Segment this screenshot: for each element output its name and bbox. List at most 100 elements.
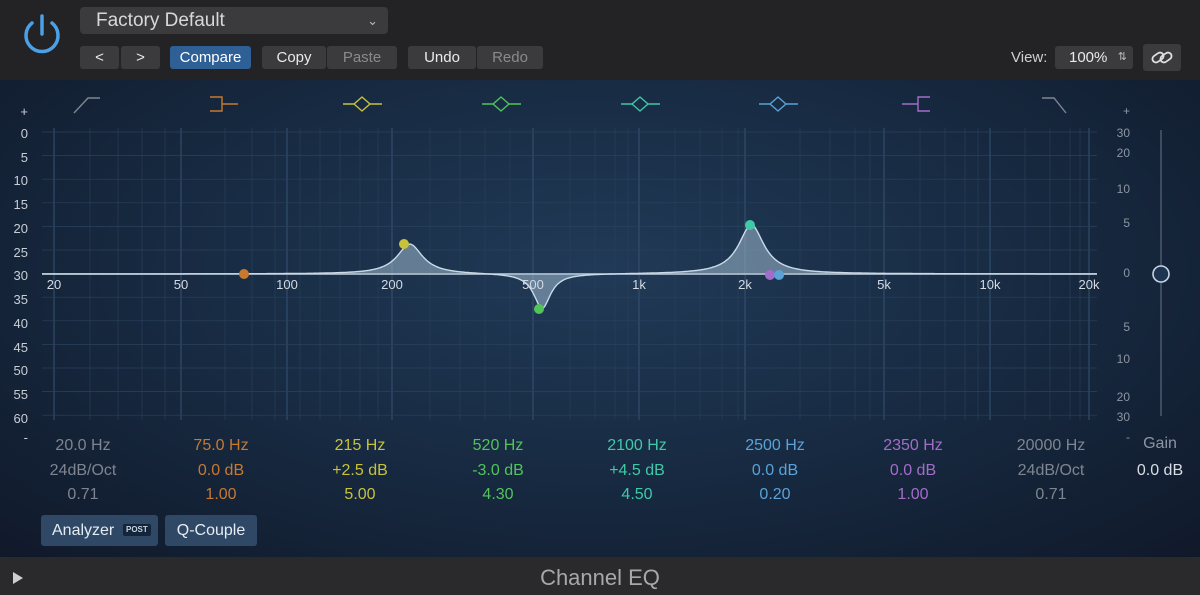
band-4-gain[interactable]: -3.0 dB	[428, 462, 568, 487]
power-icon[interactable]	[18, 10, 66, 58]
db-tick-left: 60	[13, 411, 28, 426]
band-6-handle[interactable]	[774, 270, 784, 280]
db-tick-left: 30	[13, 268, 28, 283]
band-5-column: 2100 Hz +4.5 dB 4.50	[567, 437, 707, 511]
db-tick-right: 10	[1116, 182, 1130, 196]
band-6-gain[interactable]: 0.0 dB	[705, 462, 845, 487]
db-tick-left: +	[20, 104, 28, 119]
band-2-column: 75.0 Hz 0.0 dB 1.00	[151, 437, 291, 511]
band-handles[interactable]	[239, 220, 784, 314]
band-4-handle[interactable]	[534, 304, 544, 314]
band-5-q[interactable]: 4.50	[567, 486, 707, 511]
band-7-freq[interactable]: 2350 Hz	[843, 437, 983, 462]
compare-button[interactable]: Compare	[170, 46, 251, 69]
band-7-gain[interactable]: 0.0 dB	[843, 462, 983, 487]
band-3-q[interactable]: 5.00	[290, 486, 430, 511]
band-2-gain[interactable]: 0.0 dB	[151, 462, 291, 487]
gain-value[interactable]: 0.0 dB	[1130, 462, 1190, 480]
band-6-freq[interactable]: 2500 Hz	[705, 437, 845, 462]
band-5-freq[interactable]: 2100 Hz	[567, 437, 707, 462]
band-7-handle[interactable]	[765, 270, 775, 280]
band-3-handle[interactable]	[399, 239, 409, 249]
bell-icon[interactable]	[482, 96, 521, 112]
eq-curve	[42, 224, 1097, 310]
copy-button[interactable]: Copy	[262, 46, 326, 69]
db-tick-left: 40	[13, 316, 28, 331]
db-tick-left: 25	[13, 245, 28, 260]
low-cut-icon[interactable]	[73, 97, 100, 114]
band-8-freq[interactable]: 20000 Hz	[981, 437, 1121, 462]
db-tick-left: 20	[13, 221, 28, 236]
db-tick-left: 50	[13, 363, 28, 378]
db-tick-left: 0	[20, 126, 28, 141]
band-2-freq[interactable]: 75.0 Hz	[151, 437, 291, 462]
db-tick-right: 10	[1116, 352, 1130, 366]
band-8-column: 20000 Hz 24dB/Oct 0.71	[981, 437, 1121, 511]
previous-preset-button[interactable]: <	[80, 46, 119, 69]
q-couple-button[interactable]: Q-Couple	[165, 515, 257, 546]
high-shelf-icon[interactable]	[902, 96, 930, 112]
high-cut-icon[interactable]	[1042, 97, 1067, 114]
frequency-label: 50	[173, 277, 189, 292]
frequency-label: 100	[276, 277, 298, 292]
next-preset-button[interactable]: >	[121, 46, 160, 69]
band-1-freq[interactable]: 20.0 Hz	[13, 437, 153, 462]
up-down-arrows-icon: ⇅	[1117, 51, 1127, 63]
view-zoom-select[interactable]: 100% ⇅	[1055, 46, 1133, 69]
analyzer-button[interactable]: Analyzer POST	[41, 515, 158, 546]
frequency-label: 2k	[738, 277, 752, 292]
post-badge[interactable]: POST	[123, 524, 151, 536]
frequency-label: 20k	[1078, 277, 1100, 292]
db-tick-right: 30	[1116, 410, 1130, 424]
undo-button[interactable]: Undo	[408, 46, 476, 69]
bell-icon[interactable]	[343, 96, 382, 112]
bell-icon[interactable]	[621, 96, 660, 112]
db-tick-left: 10	[13, 173, 28, 188]
band-3-column: 215 Hz +2.5 dB 5.00	[290, 437, 430, 511]
band-4-freq[interactable]: 520 Hz	[428, 437, 568, 462]
db-tick-right: 0	[1123, 266, 1130, 280]
band-2-handle[interactable]	[239, 269, 249, 279]
preset-dropdown[interactable]: Factory Default ⌄	[80, 7, 388, 34]
eq-curve-fill	[42, 225, 1097, 309]
frequency-label: 200	[381, 277, 403, 292]
band-2-q[interactable]: 1.00	[151, 486, 291, 511]
analyzer-label: Analyzer	[52, 522, 115, 539]
link-button[interactable]	[1143, 44, 1181, 71]
band-5-gain[interactable]: +4.5 dB	[567, 462, 707, 487]
band-8-q[interactable]: 0.71	[981, 486, 1121, 511]
band-7-column: 2350 Hz 0.0 dB 1.00	[843, 437, 983, 511]
paste-button[interactable]: Paste	[327, 46, 397, 69]
frequency-label: 1k	[632, 277, 646, 292]
eq-display[interactable]: +0 5 10 15 20 25 30 35 40 45 50 55 60- +30 20 10 5 0 5 10 2…	[0, 80, 1200, 557]
view-label: View:	[1011, 49, 1048, 66]
frequency-label: 10k	[979, 277, 1001, 292]
db-tick-right: 5	[1123, 216, 1130, 230]
view-zoom-value: 100%	[1069, 49, 1108, 66]
band-8-gain[interactable]: 24dB/Oct	[981, 462, 1121, 487]
band-1-gain[interactable]: 24dB/Oct	[13, 462, 153, 487]
chevron-down-icon: ⌄	[367, 13, 378, 28]
frequency-label: 20	[46, 277, 62, 292]
gain-slider-handle[interactable]	[1152, 265, 1170, 283]
bell-icon[interactable]	[759, 96, 798, 112]
db-tick-right: 20	[1116, 390, 1130, 404]
band-4-column: 520 Hz -3.0 dB 4.30	[428, 437, 568, 511]
band-type-icons[interactable]	[73, 96, 1067, 114]
db-tick-right: 20	[1116, 146, 1130, 160]
low-shelf-icon[interactable]	[210, 96, 238, 112]
db-tick-left: 55	[13, 387, 28, 402]
preset-name: Factory Default	[96, 10, 225, 31]
band-7-q[interactable]: 1.00	[843, 486, 983, 511]
db-tick-right: 5	[1123, 320, 1130, 334]
redo-button[interactable]: Redo	[477, 46, 543, 69]
band-5-handle[interactable]	[745, 220, 755, 230]
gain-label: Gain	[1143, 435, 1177, 452]
band-6-q[interactable]: 0.20	[705, 486, 845, 511]
band-1-q[interactable]: 0.71	[13, 486, 153, 511]
plugin-title: Channel EQ	[540, 565, 660, 590]
band-3-freq[interactable]: 215 Hz	[290, 437, 430, 462]
band-3-gain[interactable]: +2.5 dB	[290, 462, 430, 487]
output-gain-slider[interactable]	[1152, 130, 1170, 416]
band-4-q[interactable]: 4.30	[428, 486, 568, 511]
